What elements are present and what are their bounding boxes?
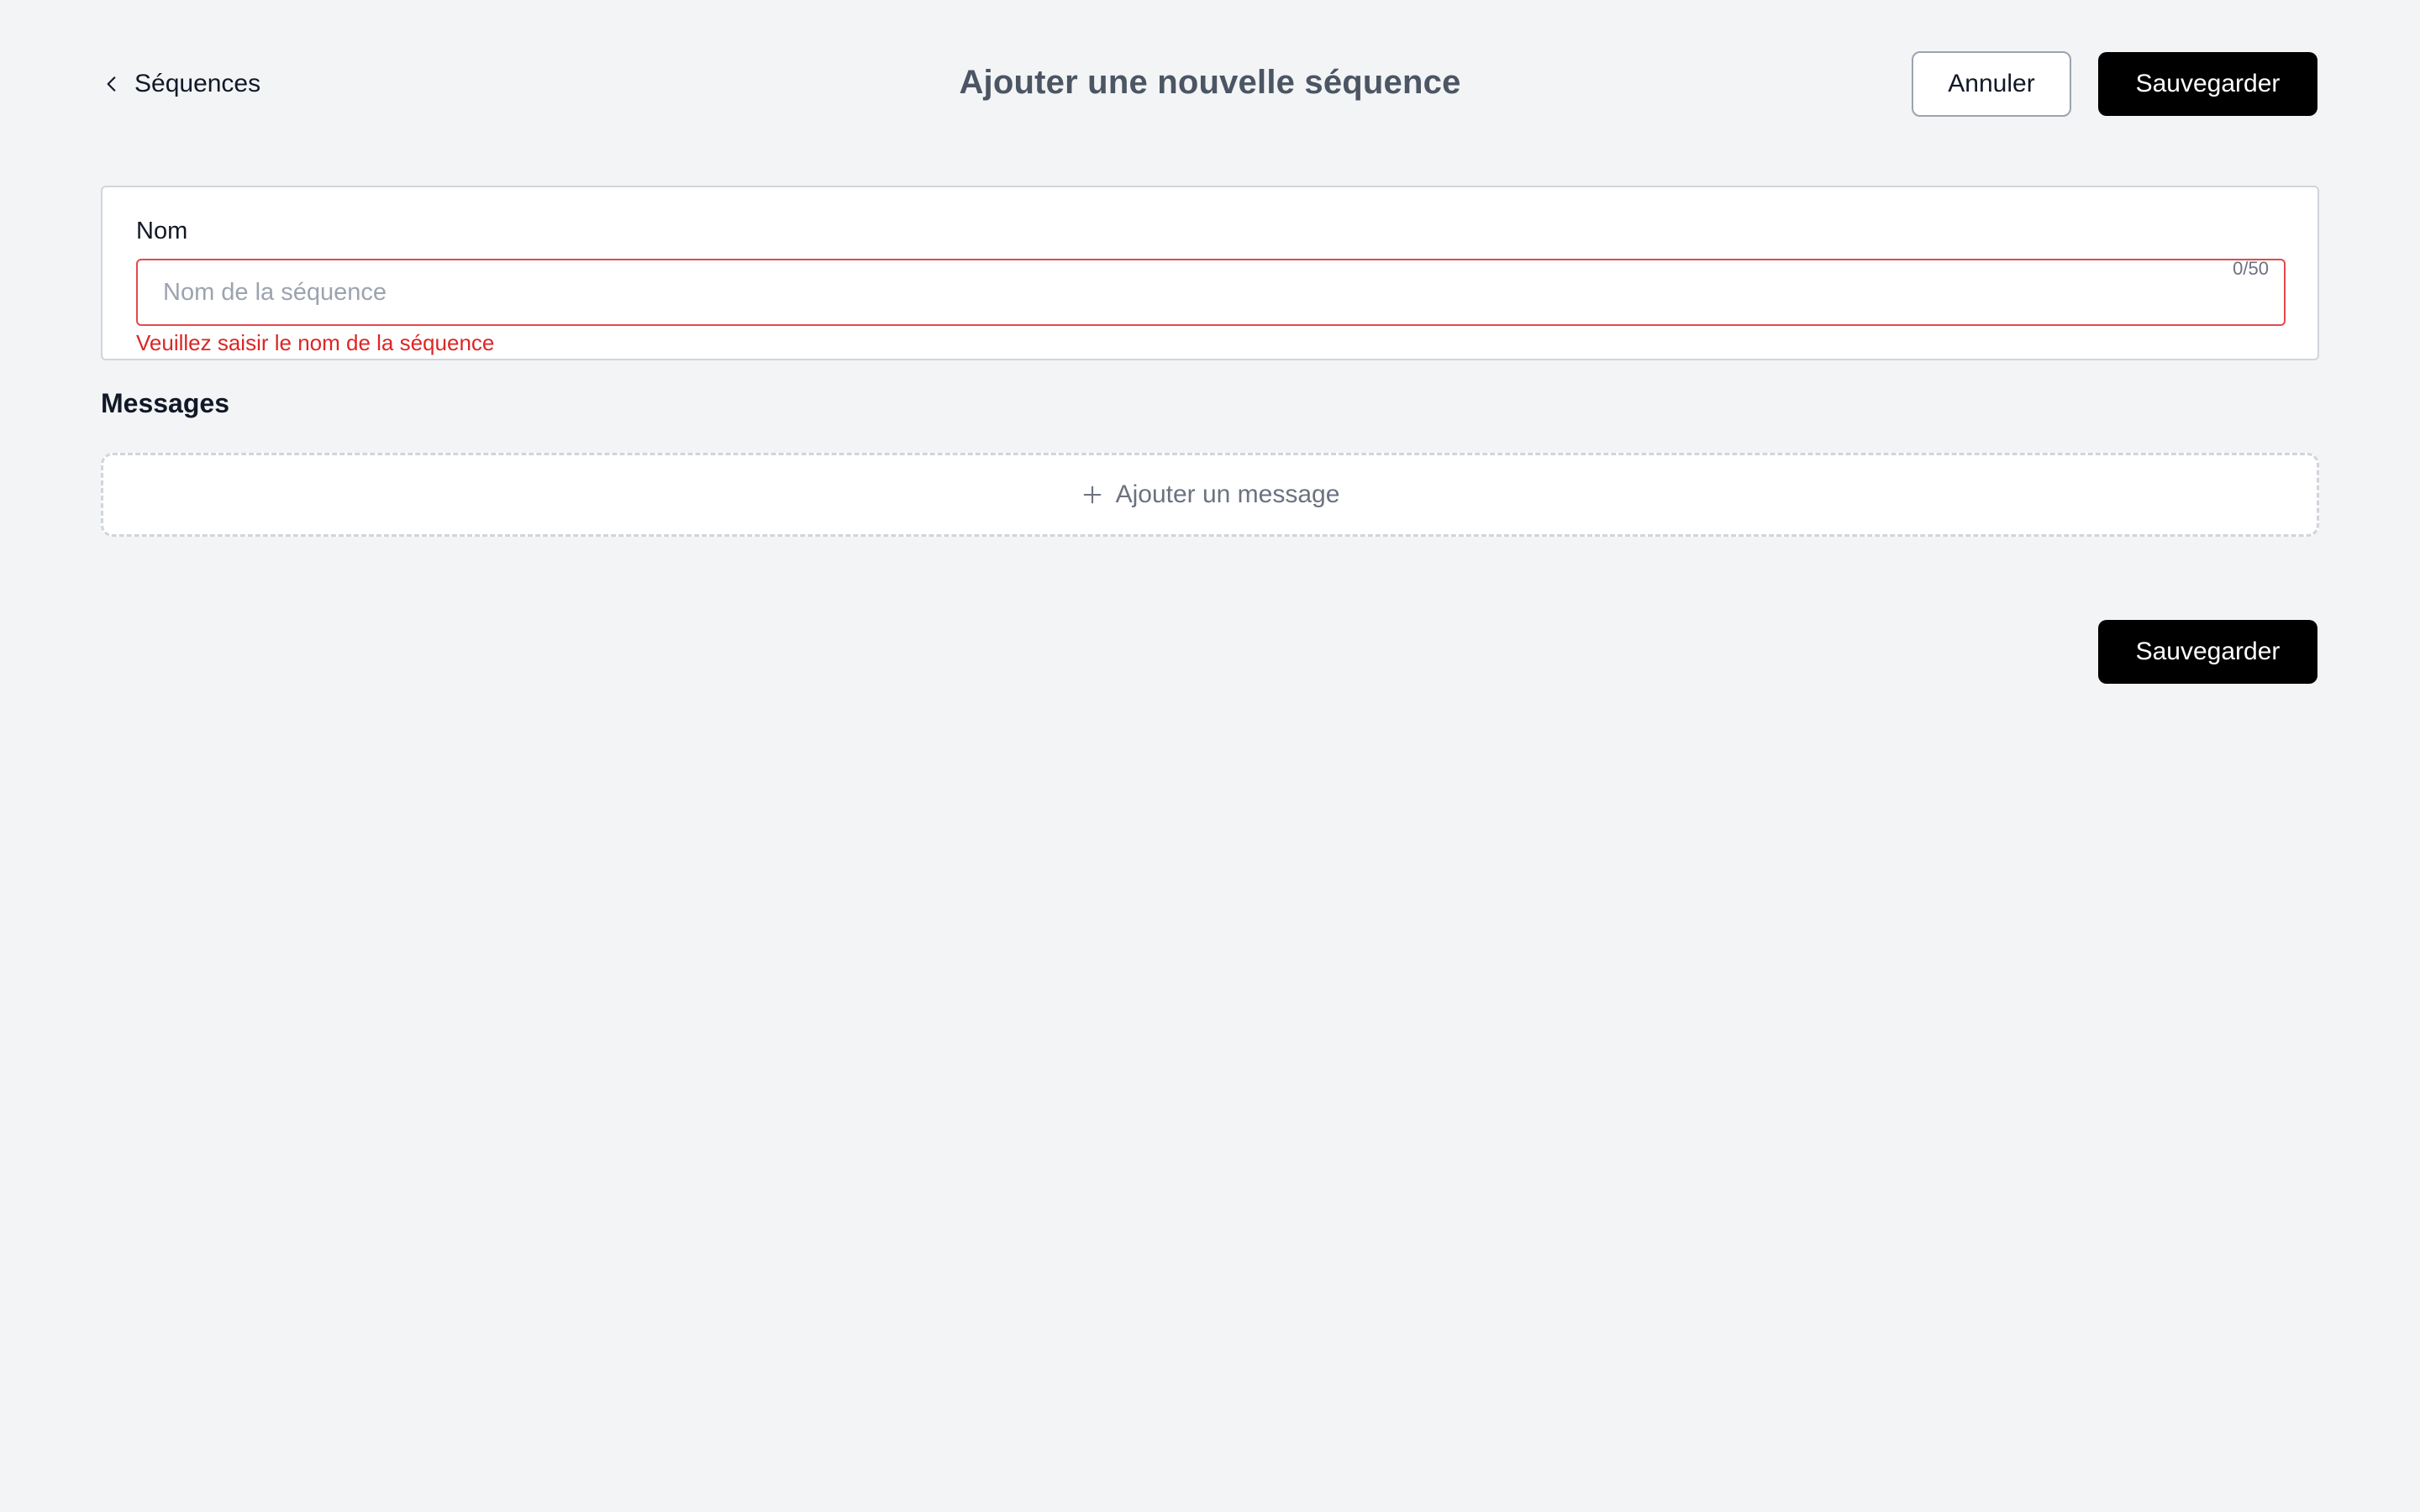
- name-field-label: Nom: [136, 218, 188, 244]
- messages-section-title: Messages: [101, 388, 229, 418]
- page: Séquences Ajouter une nouvelle séquence …: [0, 0, 2420, 1512]
- plus-icon: [1081, 483, 1104, 507]
- save-button-bottom[interactable]: Sauvegarder: [2098, 620, 2317, 684]
- name-error-message: Veuillez saisir le nom de la séquence: [136, 330, 495, 355]
- add-message-button[interactable]: Ajouter un message: [101, 453, 2319, 537]
- cancel-button[interactable]: Annuler: [1912, 51, 2071, 117]
- name-card: Nom 0/50 Veuillez saisir le nom de la sé…: [101, 186, 2319, 360]
- character-counter: 0/50: [2233, 258, 2269, 279]
- add-message-label: Ajouter un message: [1115, 480, 1340, 508]
- sequence-name-input[interactable]: [136, 259, 2286, 326]
- save-button-top[interactable]: Sauvegarder: [2098, 52, 2317, 116]
